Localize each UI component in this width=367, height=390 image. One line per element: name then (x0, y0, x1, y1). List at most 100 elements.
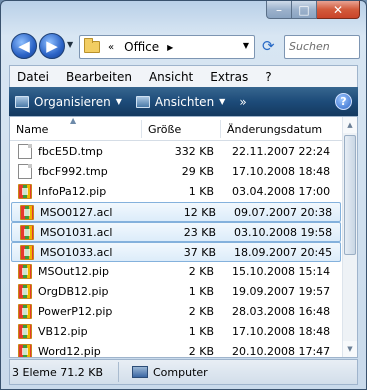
column-date[interactable]: Änderungsdatum (227, 123, 322, 136)
close-button[interactable]: ✕ (317, 1, 360, 19)
office-file-icon (18, 324, 32, 339)
file-list: ▲ Name Größe Änderungsdatum fbcE5D.tmp 33… (9, 116, 358, 358)
scroll-down-button[interactable]: ▼ (343, 341, 357, 357)
sort-indicator-icon: ▲ (70, 116, 77, 125)
file-size: 12 KB (183, 206, 216, 219)
breadcrumb-folder[interactable]: Office (124, 40, 159, 54)
file-date: 20.10.2008 17:47 (232, 345, 331, 358)
file-row[interactable]: VB12.pip 1 KB 17.10.2008 18:48 (10, 322, 342, 342)
folder-icon (84, 38, 100, 53)
file-row[interactable]: MSOut12.pip 2 KB 15.10.2008 15:14 (10, 262, 342, 282)
document-file-icon (18, 144, 32, 159)
more-commands-button[interactable]: » (239, 95, 246, 109)
caption-buttons: – □ ✕ (266, 1, 360, 20)
refresh-icon[interactable]: ⟳ (262, 37, 275, 55)
file-date: 15.10.2008 15:14 (232, 265, 331, 278)
recent-pages-dropdown-icon[interactable]: ▼ (67, 40, 73, 49)
document-file-icon (18, 164, 32, 179)
office-file-icon (18, 304, 32, 319)
office-file-icon (20, 245, 34, 260)
command-bar: Organisieren ▼ Ansichten ▼ » ? (9, 87, 358, 116)
file-name: OrgDB12.pip (38, 285, 109, 298)
back-button[interactable]: ◀ (11, 33, 37, 59)
explorer-window: – □ ✕ ◀ ▶ ▼ « Office ▶ ▼ ⟳ Suchen Datei … (0, 0, 367, 390)
office-file-icon (18, 344, 32, 357)
menu-bearbeiten[interactable]: Bearbeiten (66, 70, 132, 84)
search-input[interactable]: Suchen (284, 35, 360, 59)
office-file-icon (18, 284, 32, 299)
menu-help[interactable]: ? (265, 70, 271, 84)
organize-caret-icon: ▼ (115, 97, 122, 106)
help-icon[interactable]: ? (335, 93, 352, 110)
minimize-button[interactable]: – (266, 1, 292, 19)
address-bar[interactable]: « Office ▶ ▼ (79, 35, 255, 59)
status-location: Computer (153, 366, 208, 379)
file-name: MSO0127.acl (40, 206, 113, 219)
status-divider (118, 362, 119, 382)
breadcrumb-overflow[interactable]: « (108, 42, 114, 53)
file-date: 17.10.2008 18:48 (232, 165, 331, 178)
file-size: 23 KB (183, 226, 216, 239)
scroll-up-button[interactable]: ▲ (343, 117, 357, 133)
file-size: 1 KB (188, 325, 214, 338)
views-button[interactable]: Ansichten ▼ (135, 94, 225, 109)
file-row[interactable]: Word12.pip 2 KB 20.10.2008 17:47 (10, 342, 342, 358)
file-date: 03.04.2008 17:00 (232, 185, 331, 198)
status-selection-info: 3 Eleme 71.2 KB (12, 366, 103, 379)
column-size[interactable]: Größe (148, 123, 181, 136)
file-row[interactable]: fbcF992.tmp 29 KB 17.10.2008 18:48 (10, 162, 342, 182)
column-divider[interactable] (141, 120, 142, 138)
file-size: 29 KB (181, 165, 214, 178)
menu-datei[interactable]: Datei (17, 70, 49, 84)
file-date: 03.10.2008 19:58 (234, 226, 333, 239)
file-name: VB12.pip (38, 325, 88, 338)
forward-button[interactable]: ▶ (39, 33, 65, 59)
file-rows: fbcE5D.tmp 332 KB 22.11.2007 22:24 fbcF992.… (10, 142, 342, 358)
file-date: 28.03.2008 16:48 (232, 305, 331, 318)
address-dropdown-icon[interactable]: ▼ (243, 41, 249, 50)
menu-ansicht[interactable]: Ansicht (149, 70, 193, 84)
file-date: 18.09.2007 20:45 (234, 246, 333, 259)
column-divider[interactable] (220, 120, 221, 138)
file-size: 2 KB (188, 345, 214, 358)
file-date: 09.07.2007 20:38 (234, 206, 333, 219)
file-date: 17.10.2008 18:48 (232, 325, 331, 338)
file-size: 1 KB (188, 185, 214, 198)
file-name: MSO1031.acl (40, 226, 113, 239)
column-name[interactable]: Name (16, 123, 48, 136)
organize-button[interactable]: Organisieren ▼ (15, 95, 122, 109)
breadcrumb-arrow-icon[interactable]: ▶ (167, 43, 173, 52)
file-row[interactable]: MSO0127.acl 12 KB 09.07.2007 20:38 (11, 202, 341, 222)
file-row[interactable]: OrgDB12.pip 1 KB 19.09.2007 19:57 (10, 282, 342, 302)
file-row[interactable]: InfoPa12.pip 1 KB 03.04.2008 17:00 (10, 182, 342, 202)
file-size: 2 KB (188, 265, 214, 278)
file-row[interactable]: MSO1033.acl 37 KB 18.09.2007 20:45 (11, 242, 341, 262)
menu-extras[interactable]: Extras (210, 70, 248, 84)
menu-bar: Datei Bearbeiten Ansicht Extras ? (9, 65, 358, 87)
file-name: fbcE5D.tmp (38, 145, 103, 158)
file-size: 332 KB (174, 145, 214, 158)
navigation-bar: ◀ ▶ ▼ « Office ▶ ▼ ⟳ Suchen (9, 32, 360, 60)
organize-icon (15, 95, 29, 108)
column-header: ▲ Name Größe Änderungsdatum (10, 117, 342, 141)
status-bar: 3 Eleme 71.2 KB Computer (9, 359, 358, 385)
file-row[interactable]: MSO1031.acl 23 KB 03.10.2008 19:58 (11, 222, 341, 242)
file-size: 37 KB (183, 246, 216, 259)
office-file-icon (18, 184, 32, 199)
office-file-icon (20, 225, 34, 240)
organize-label: Organisieren (34, 94, 111, 109)
file-name: MSOut12.pip (38, 265, 109, 278)
file-name: InfoPa12.pip (38, 185, 107, 198)
file-row[interactable]: PowerP12.pip 2 KB 28.03.2008 16:48 (10, 302, 342, 322)
maximize-button[interactable]: □ (292, 1, 317, 19)
file-row[interactable]: fbcE5D.tmp 332 KB 22.11.2007 22:24 (10, 142, 342, 162)
file-name: PowerP12.pip (38, 305, 113, 318)
scroll-thumb[interactable] (344, 135, 356, 255)
file-name: MSO1033.acl (40, 246, 113, 259)
vertical-scrollbar[interactable]: ▲ ▼ (342, 117, 357, 357)
office-file-icon (20, 205, 34, 220)
views-label: Ansichten (154, 94, 215, 109)
file-size: 2 KB (188, 305, 214, 318)
file-name: fbcF992.tmp (38, 165, 108, 178)
views-icon (135, 95, 150, 108)
